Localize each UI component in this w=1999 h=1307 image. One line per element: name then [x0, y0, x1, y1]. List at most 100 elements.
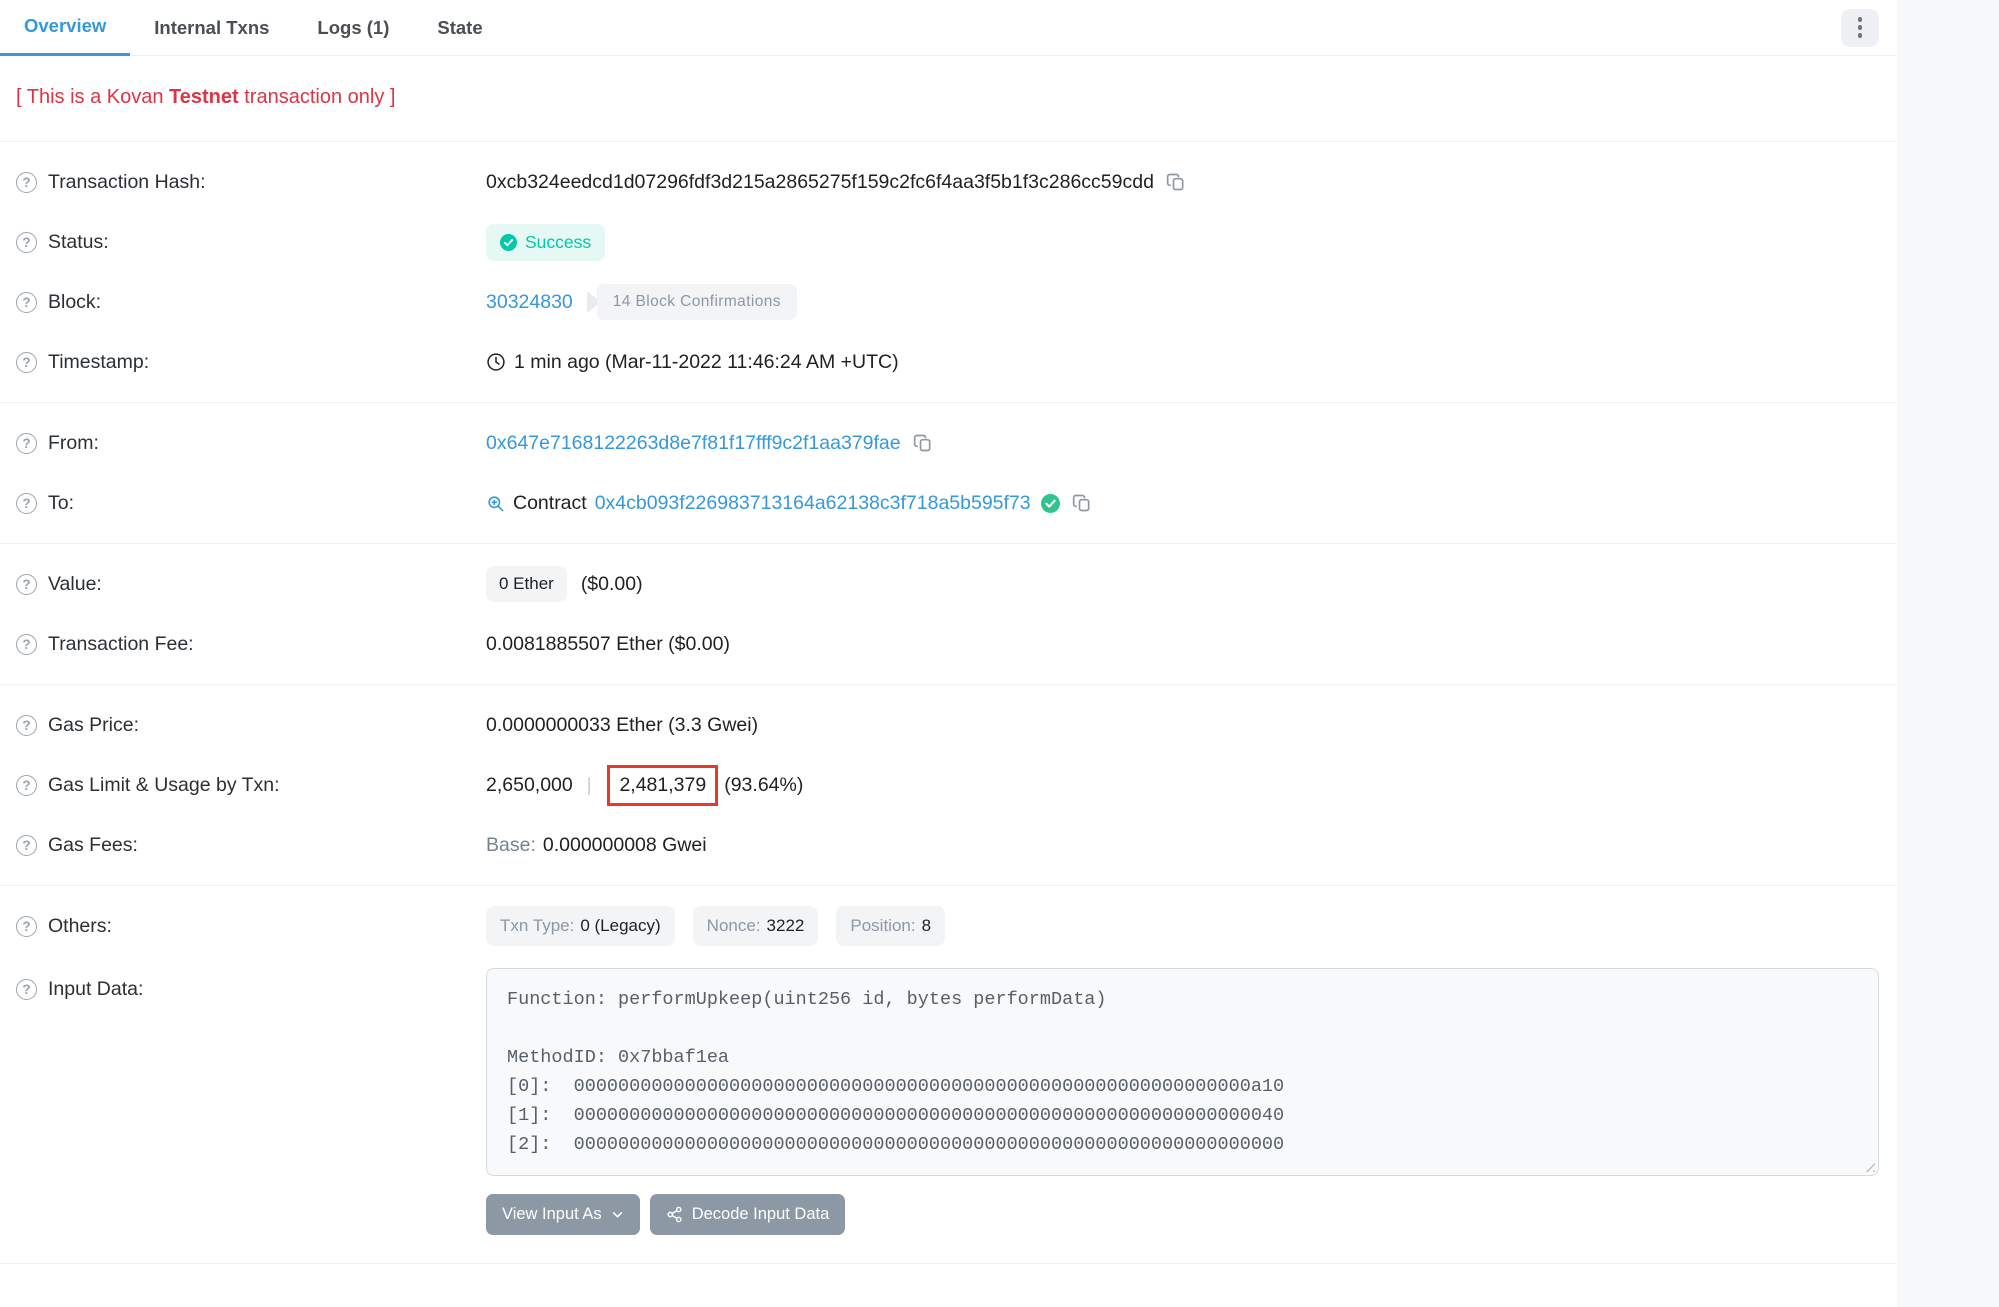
- row-label: From:: [48, 432, 99, 455]
- group-gas: ? Gas Price: 0.0000000033 Ether (3.3 Gwe…: [0, 685, 1897, 886]
- gas-fees-base-value: 0.000000008 Gwei: [543, 834, 707, 857]
- row-label: Value:: [48, 573, 102, 596]
- txn-type-value: 0 (Legacy): [580, 916, 660, 936]
- copy-icon: [1166, 172, 1186, 192]
- copy-from-address-button[interactable]: [911, 431, 935, 455]
- copy-hash-button[interactable]: [1164, 170, 1188, 194]
- status-text: Success: [525, 232, 591, 253]
- testnet-notice: [ This is a Kovan Testnet transaction on…: [0, 56, 1897, 142]
- block-confirmations-text: 14 Block Confirmations: [597, 284, 797, 320]
- copy-icon: [1072, 493, 1092, 513]
- tab-logs[interactable]: Logs (1): [293, 0, 413, 56]
- tab-list: Overview Internal Txns Logs (1) State: [0, 0, 507, 56]
- row-gas-price: ? Gas Price: 0.0000000033 Ether (3.3 Gwe…: [16, 695, 1879, 755]
- gas-limit-text: 2,650,000: [486, 774, 573, 797]
- position-value: 8: [922, 916, 931, 936]
- help-icon[interactable]: ?: [16, 172, 37, 193]
- row-label: Block:: [48, 291, 101, 314]
- row-label: Timestamp:: [48, 351, 149, 374]
- help-icon[interactable]: ?: [16, 775, 37, 796]
- tab-overview-label: Overview: [24, 15, 106, 37]
- row-gas-limit-usage: ? Gas Limit & Usage by Txn: 2,650,000 | …: [16, 755, 1879, 815]
- gas-price-text: 0.0000000033 Ether (3.3 Gwei): [486, 714, 758, 737]
- chevron-down-icon: [611, 1208, 624, 1221]
- row-gas-fees: ? Gas Fees: Base: 0.000000008 Gwei: [16, 815, 1879, 875]
- timestamp-text: 1 min ago (Mar-11-2022 11:46:24 AM +UTC): [514, 351, 899, 374]
- value-badge: 0 Ether: [486, 566, 567, 602]
- block-confirmations-badge: 14 Block Confirmations: [587, 284, 797, 320]
- more-options-button[interactable]: [1841, 9, 1879, 47]
- tab-internal-txns[interactable]: Internal Txns: [130, 0, 293, 56]
- group-addresses: ? From: 0x647e7168122263d8e7f81f17fff9c2…: [0, 403, 1897, 544]
- view-input-as-button[interactable]: View Input As: [486, 1194, 640, 1235]
- help-icon[interactable]: ?: [16, 433, 37, 454]
- help-icon[interactable]: ?: [16, 634, 37, 655]
- position-label: Position:: [850, 916, 915, 936]
- group-transaction-core: ? Transaction Hash: 0xcb324eedcd1d07296f…: [0, 142, 1897, 403]
- row-transaction-fee: ? Transaction Fee: 0.0081885507 Ether ($…: [16, 614, 1879, 674]
- tab-state[interactable]: State: [413, 0, 506, 56]
- kebab-icon: [1858, 17, 1863, 38]
- input-data-actions: View Input As Decode Input Data: [486, 1194, 1879, 1235]
- help-icon[interactable]: ?: [16, 232, 37, 253]
- gas-separator: |: [587, 775, 592, 796]
- status-badge: Success: [486, 224, 605, 261]
- row-label: Gas Limit & Usage by Txn:: [48, 774, 280, 797]
- row-label: Gas Fees:: [48, 834, 138, 857]
- check-circle-icon: [500, 234, 517, 251]
- help-icon[interactable]: ?: [16, 916, 37, 937]
- clock-icon: [486, 352, 506, 372]
- gas-used-percent-text: (93.64%): [724, 774, 803, 797]
- gas-used-annotation-box: 2,481,379: [607, 765, 718, 806]
- help-icon[interactable]: ?: [16, 352, 37, 373]
- to-address-link[interactable]: 0x4cb093f226983713164a62138c3f718a5b595f…: [595, 492, 1031, 515]
- help-icon[interactable]: ?: [16, 574, 37, 595]
- input-data-textarea[interactable]: Function: performUpkeep(uint256 id, byte…: [486, 968, 1879, 1176]
- magnifier-icon[interactable]: [486, 494, 505, 513]
- notice-suffix: transaction only ]: [239, 86, 396, 108]
- row-input-data: ? Input Data: Function: performUpkeep(ui…: [16, 962, 1879, 1235]
- help-icon[interactable]: ?: [16, 292, 37, 313]
- row-to: ? To: Contract 0x4cb093f226983713164a621…: [16, 473, 1879, 533]
- tab-state-label: State: [437, 17, 482, 39]
- nonce-value: 3222: [767, 916, 805, 936]
- decode-icon: [666, 1206, 683, 1223]
- row-label: Others:: [48, 915, 112, 938]
- tab-internal-txns-label: Internal Txns: [154, 17, 269, 39]
- group-value-fee: ? Value: 0 Ether ($0.00) ? Transaction F…: [0, 544, 1897, 685]
- tab-overview[interactable]: Overview: [0, 0, 130, 56]
- decode-input-data-button[interactable]: Decode Input Data: [650, 1194, 846, 1235]
- row-label: Transaction Fee:: [48, 633, 194, 656]
- nonce-label: Nonce:: [707, 916, 761, 936]
- value-usd-text: ($0.00): [581, 573, 643, 596]
- nonce-badge: Nonce: 3222: [693, 906, 819, 946]
- gas-used-text: 2,481,379: [619, 774, 706, 796]
- help-icon[interactable]: ?: [16, 715, 37, 736]
- txn-type-label: Txn Type:: [500, 916, 574, 936]
- row-value: ? Value: 0 Ether ($0.00): [16, 554, 1879, 614]
- copy-to-address-button[interactable]: [1070, 491, 1094, 515]
- row-block: ? Block: 30324830 14 Block Confirmations: [16, 272, 1879, 332]
- row-others: ? Others: Txn Type: 0 (Legacy) Nonce: 32…: [16, 896, 1879, 956]
- transaction-detail-card: Overview Internal Txns Logs (1) State [ …: [0, 0, 1897, 1307]
- help-icon[interactable]: ?: [16, 493, 37, 514]
- row-label: Gas Price:: [48, 714, 139, 737]
- decode-input-data-label: Decode Input Data: [692, 1205, 830, 1224]
- tab-bar: Overview Internal Txns Logs (1) State: [0, 0, 1897, 56]
- group-others-input: ? Others: Txn Type: 0 (Legacy) Nonce: 32…: [0, 886, 1897, 1264]
- verified-check-icon: [1041, 494, 1060, 513]
- notice-prefix: [ This is a Kovan: [16, 86, 169, 108]
- to-type-text: Contract: [513, 492, 587, 515]
- row-transaction-hash: ? Transaction Hash: 0xcb324eedcd1d07296f…: [16, 152, 1879, 212]
- help-icon[interactable]: ?: [16, 835, 37, 856]
- from-address-link[interactable]: 0x647e7168122263d8e7f81f17fff9c2f1aa379f…: [486, 432, 901, 455]
- txn-type-badge: Txn Type: 0 (Legacy): [486, 906, 675, 946]
- row-label: To:: [48, 492, 74, 515]
- gas-fees-base-label: Base:: [486, 834, 536, 857]
- row-label: Status:: [48, 231, 109, 254]
- transaction-hash-value: 0xcb324eedcd1d07296fdf3d215a2865275f159c…: [486, 171, 1154, 194]
- copy-icon: [913, 433, 933, 453]
- row-from: ? From: 0x647e7168122263d8e7f81f17fff9c2…: [16, 413, 1879, 473]
- help-icon[interactable]: ?: [16, 979, 37, 1000]
- block-number-link[interactable]: 30324830: [486, 291, 573, 314]
